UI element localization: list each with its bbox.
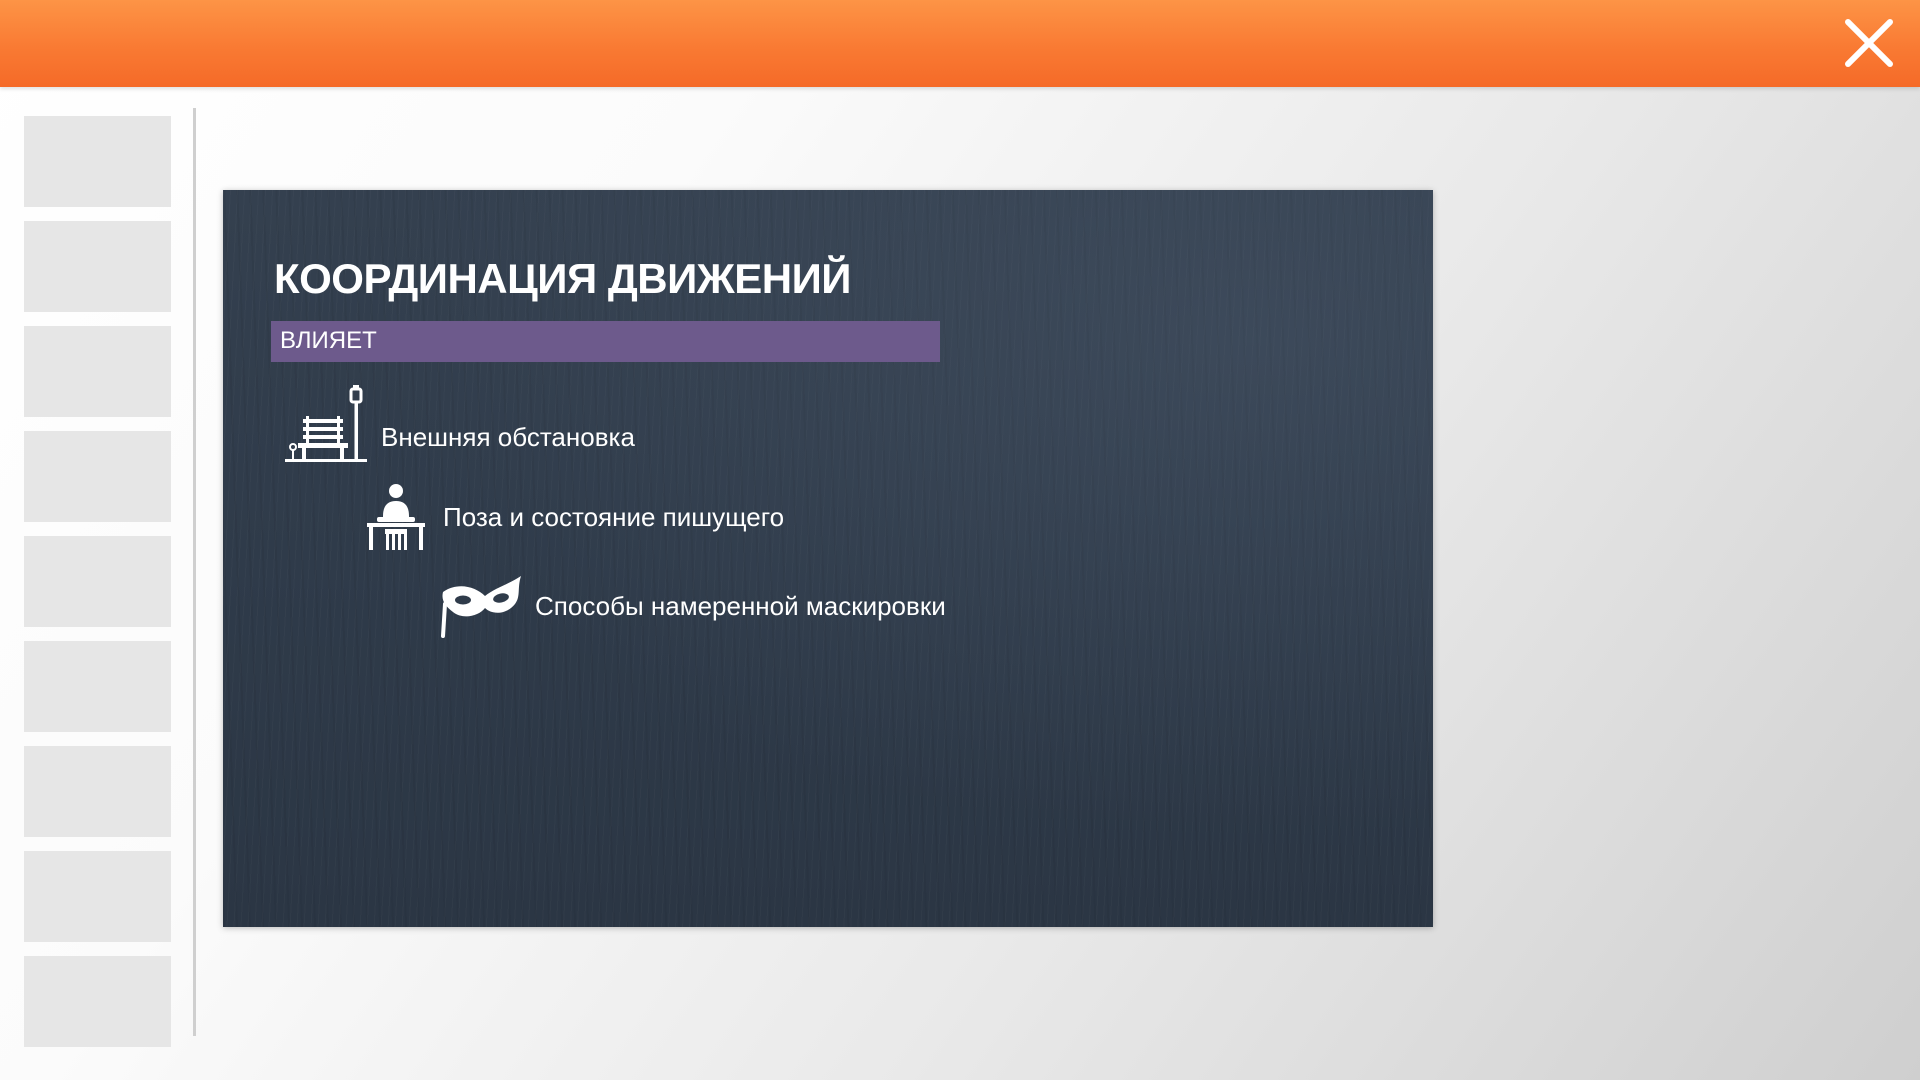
slide-thumbnail-1[interactable] — [24, 116, 171, 207]
slide-thumbnail-4[interactable] — [24, 431, 171, 522]
slide-thumbnail-9[interactable] — [24, 956, 171, 1047]
subtitle-bar: ВЛИЯЕТ — [271, 321, 940, 362]
close-icon — [1845, 19, 1893, 67]
close-button[interactable] — [1842, 16, 1896, 70]
slide-thumbnail-list — [24, 116, 171, 1061]
slide-title: КООРДИНАЦИЯ ДВИЖЕНИЙ — [274, 255, 851, 302]
masquerade-mask-icon — [441, 576, 521, 638]
slide-thumbnail-2[interactable] — [24, 221, 171, 312]
park-bench-icon — [285, 385, 367, 462]
slide-thumbnail-8[interactable] — [24, 851, 171, 942]
slide-canvas: КООРДИНАЦИЯ ДВИЖЕНИЙ ВЛИЯЕТ Внешняя обст… — [223, 190, 1433, 927]
subtitle-text: ВЛИЯЕТ — [280, 327, 377, 354]
slide-thumbnail-5[interactable] — [24, 536, 171, 627]
sidebar-divider — [193, 108, 196, 1036]
slide-thumbnail-6[interactable] — [24, 641, 171, 732]
item-label: Поза и состояние пишущего — [443, 501, 785, 532]
item-label: Внешняя обстановка — [381, 421, 635, 452]
slide-thumbnail-3[interactable] — [24, 326, 171, 417]
slide-thumbnail-7[interactable] — [24, 746, 171, 837]
top-bar — [0, 0, 1920, 87]
list-item-disguise: Способы намеренной маскировки — [439, 574, 946, 638]
item-label: Способы намеренной маскировки — [535, 590, 946, 621]
list-item-posture: Поза и состояние пишущего — [367, 484, 784, 550]
person-at-desk-icon — [367, 484, 425, 550]
list-item-environment: Внешняя обстановка — [283, 383, 635, 463]
